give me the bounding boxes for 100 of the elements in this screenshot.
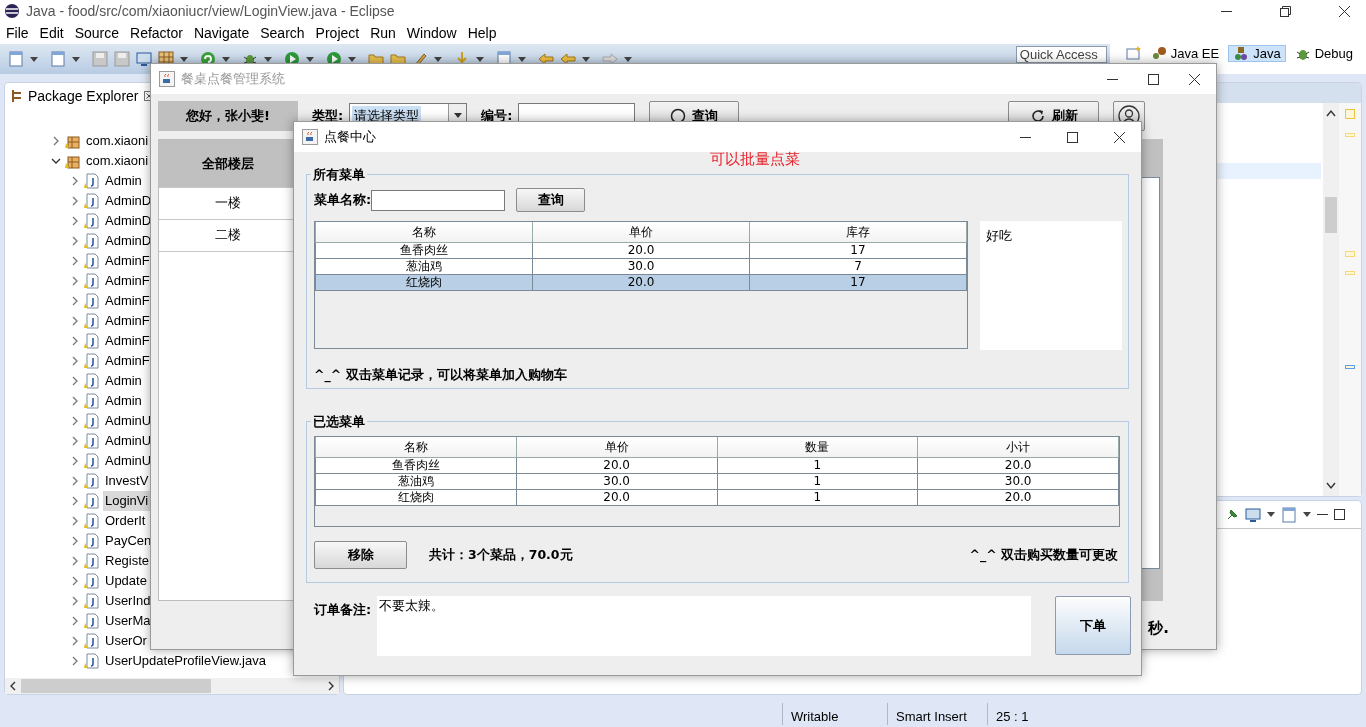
table-row[interactable]: 鱼香肉丝 20.0 17 — [315, 242, 967, 258]
maximize-icon[interactable] — [1067, 131, 1078, 143]
tree-item[interactable]: UserOr — [103, 631, 149, 651]
annotation-marker[interactable] — [1345, 109, 1355, 119]
java-file-icon — [84, 373, 99, 389]
group-title: 所有菜单 — [312, 168, 366, 181]
perspective-button[interactable]: Java — [1228, 45, 1286, 62]
caret-icon[interactable] — [30, 56, 38, 62]
remove-button[interactable]: 移除 — [314, 541, 407, 569]
tree-item[interactable]: AdminD — [103, 231, 154, 251]
tree-item[interactable]: AdminD — [103, 211, 154, 231]
tree-item[interactable]: LoginVi — [103, 491, 151, 511]
tree-item[interactable]: InvestV — [103, 471, 151, 491]
tree-item[interactable]: UserUpdateProfileView.java — [103, 651, 268, 671]
column-header[interactable]: 数量 — [717, 437, 918, 457]
tree-item[interactable]: AdminF — [103, 351, 152, 371]
column-header[interactable]: 名称 — [315, 437, 517, 457]
menu-item[interactable]: Source — [69, 22, 126, 44]
document-icon[interactable] — [50, 51, 66, 67]
java-file-icon — [84, 453, 99, 469]
menu-item[interactable]: Refactor — [125, 22, 189, 44]
tree-item[interactable]: Update — [103, 571, 149, 591]
scroll-up-icon[interactable] — [1326, 109, 1336, 117]
perspective-button[interactable]: Debug — [1289, 45, 1358, 62]
restore-icon[interactable] — [1280, 5, 1291, 17]
table-row[interactable]: 葱油鸡 30.0 7 — [315, 258, 967, 274]
monitor-icon[interactable] — [1245, 506, 1261, 523]
menu-item[interactable]: Window — [401, 22, 463, 44]
java-file-icon — [84, 653, 99, 669]
pin-icon[interactable] — [1225, 507, 1239, 522]
java-file-icon — [84, 553, 99, 569]
column-header[interactable]: 库存 — [749, 222, 967, 242]
tree-item[interactable]: OrderIt — [103, 511, 148, 531]
monitor-icon[interactable] — [136, 51, 152, 67]
java-file-icon — [84, 233, 99, 249]
quick-access-field[interactable]: Quick Access — [1015, 46, 1107, 63]
caret-icon[interactable] — [72, 56, 80, 62]
tree-item[interactable]: Registe — [103, 551, 152, 571]
search-button[interactable]: 查询 — [516, 188, 586, 212]
tree-item[interactable]: AdminU — [103, 411, 154, 431]
tree-item[interactable]: UserMa — [103, 611, 153, 631]
scrollbar-thumb[interactable] — [1325, 196, 1337, 233]
document-icon[interactable] — [8, 51, 24, 67]
tree-item[interactable]: Admin — [103, 391, 144, 411]
note-text: 可以批量点菜 — [710, 150, 800, 168]
close-icon[interactable] — [1114, 131, 1125, 143]
menu-item[interactable]: Help — [462, 22, 503, 44]
chevron-icon[interactable] — [51, 156, 61, 166]
column-header[interactable]: 小计 — [917, 437, 1119, 457]
caret-icon — [453, 113, 462, 118]
close-icon[interactable] — [1189, 73, 1200, 85]
scrollbar-thumb[interactable] — [21, 679, 211, 693]
submit-order-button[interactable]: 下单 — [1055, 596, 1131, 655]
tree-item[interactable]: AdminU — [103, 451, 154, 471]
tree-item[interactable]: UserInd — [103, 591, 153, 611]
menu-item[interactable]: Project — [310, 22, 366, 44]
tree-item[interactable]: com.xiaoni — [84, 151, 151, 171]
tree-item[interactable]: Admin — [103, 171, 144, 191]
view-tab[interactable]: Package Explorer — [28, 85, 139, 107]
menu-item[interactable]: Run — [365, 22, 402, 44]
annotation-marker[interactable] — [1345, 365, 1355, 369]
menu-item[interactable]: Navigate — [188, 22, 256, 44]
tree-item[interactable]: AdminU — [103, 431, 154, 451]
tree-item[interactable]: AdminD — [103, 191, 154, 211]
scroll-right-icon[interactable] — [327, 681, 335, 691]
remark-field[interactable]: 不要太辣。 — [376, 596, 1032, 656]
tree-item[interactable]: Admin — [103, 371, 144, 391]
window-title: Java - food/src/com/xiaoniucr/view/LoginView.java - Eclipse — [26, 1, 396, 21]
column-header[interactable]: 名称 — [315, 222, 533, 242]
java-file-icon — [84, 293, 99, 309]
open-perspective-icon[interactable] — [1125, 45, 1142, 61]
status-field: Smart Insert — [887, 702, 987, 725]
perspective-button[interactable]: Java EE — [1145, 45, 1225, 62]
tree-item[interactable]: AdminF — [103, 311, 152, 331]
maximize-icon[interactable] — [1334, 509, 1345, 520]
name-field[interactable] — [371, 189, 506, 211]
scroll-down-icon[interactable] — [1326, 482, 1336, 490]
tree-item[interactable]: com.xiaoni — [84, 131, 151, 151]
caret-icon[interactable] — [1303, 512, 1311, 517]
java-file-icon — [84, 173, 99, 189]
document-icon[interactable] — [1281, 506, 1297, 523]
close-icon[interactable] — [1339, 5, 1350, 17]
column-header[interactable]: 单价 — [516, 437, 717, 457]
remark-label: 订单备注: — [314, 601, 373, 619]
hint-text: ^_^ 双击购买数量可更改 — [969, 545, 1119, 565]
tree-item[interactable]: PayCen — [103, 531, 154, 551]
menu-item[interactable]: Search — [255, 22, 311, 44]
caret-icon[interactable] — [1267, 512, 1275, 517]
window-title: 餐桌点餐管理系统 — [181, 69, 286, 88]
java-file-icon — [84, 253, 99, 269]
menu-item[interactable]: File — [1, 22, 35, 44]
package-explorer-icon — [11, 89, 23, 103]
tree-item[interactable]: AdminF — [103, 331, 152, 351]
table-row[interactable]: 红烧肉 20.0 17 — [315, 274, 967, 290]
column-header[interactable]: 单价 — [532, 222, 750, 242]
description-area[interactable]: 好吃 — [980, 221, 1122, 350]
maximize-icon[interactable] — [1148, 73, 1159, 85]
scroll-left-icon[interactable] — [9, 681, 17, 691]
menu-item[interactable]: Edit — [34, 22, 70, 44]
java-file-icon — [84, 493, 99, 509]
